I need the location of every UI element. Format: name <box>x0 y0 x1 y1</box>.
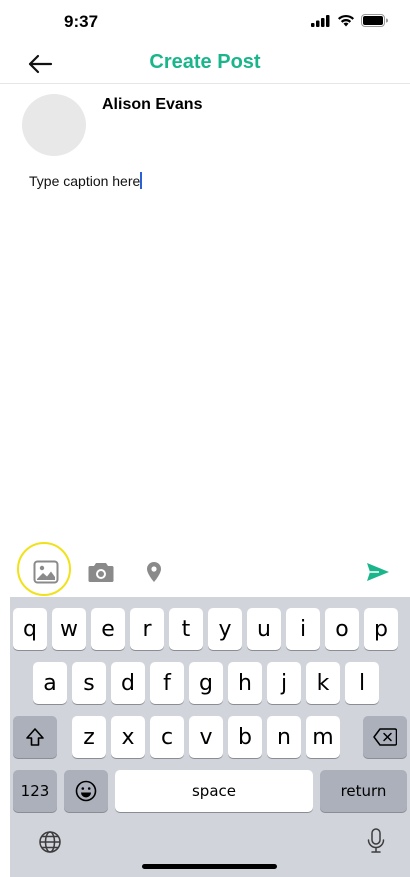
key-j[interactable]: j <box>267 662 301 704</box>
battery-icon <box>361 14 388 27</box>
key-v[interactable]: v <box>189 716 223 758</box>
camera-icon <box>88 563 114 582</box>
location-button[interactable] <box>140 558 168 586</box>
key-e[interactable]: e <box>91 608 125 650</box>
page-title: Create Post <box>149 51 261 73</box>
status-time: 9:37 <box>64 12 99 31</box>
header: Create Post <box>0 44 410 84</box>
key-n[interactable]: n <box>267 716 301 758</box>
key-h[interactable]: h <box>228 662 262 704</box>
send-icon <box>367 563 389 581</box>
image-icon <box>33 560 59 584</box>
key-a[interactable]: a <box>33 662 67 704</box>
key-w[interactable]: w <box>52 608 86 650</box>
key-c[interactable]: c <box>150 716 184 758</box>
text-cursor <box>140 172 143 189</box>
keyboard: q w e r t y u i o p a s d f g h j k l z … <box>10 597 410 877</box>
globe-icon <box>39 831 61 853</box>
emoji-key[interactable] <box>64 770 108 812</box>
author-row: Alison Evans <box>22 94 388 156</box>
status-icons <box>311 14 388 27</box>
key-x[interactable]: x <box>111 716 145 758</box>
send-button[interactable] <box>364 558 392 586</box>
caption-input[interactable]: Type caption here <box>29 171 379 191</box>
numbers-key[interactable]: 123 <box>13 770 57 812</box>
location-pin-icon <box>147 562 161 582</box>
add-image-button[interactable] <box>32 558 60 586</box>
shift-key[interactable] <box>13 716 57 758</box>
wifi-icon <box>338 14 354 27</box>
key-r[interactable]: r <box>130 608 164 650</box>
key-o[interactable]: o <box>325 608 359 650</box>
globe-button[interactable] <box>36 828 64 856</box>
emoji-icon <box>75 780 97 802</box>
key-g[interactable]: g <box>189 662 223 704</box>
microphone-icon <box>367 828 385 853</box>
dictation-button[interactable] <box>364 826 388 856</box>
status-bar: 9:37 <box>0 0 410 44</box>
camera-button[interactable] <box>87 558 115 586</box>
key-y[interactable]: y <box>208 608 242 650</box>
key-l[interactable]: l <box>345 662 379 704</box>
key-m[interactable]: m <box>306 716 340 758</box>
signal-icon <box>311 14 330 27</box>
key-q[interactable]: q <box>13 608 47 650</box>
backspace-icon <box>373 728 397 746</box>
home-indicator <box>142 864 277 869</box>
key-p[interactable]: p <box>364 608 398 650</box>
avatar <box>22 94 86 156</box>
key-z[interactable]: z <box>72 716 106 758</box>
key-t[interactable]: t <box>169 608 203 650</box>
return-key[interactable]: return <box>320 770 407 812</box>
key-f[interactable]: f <box>150 662 184 704</box>
key-k[interactable]: k <box>306 662 340 704</box>
key-s[interactable]: s <box>72 662 106 704</box>
key-d[interactable]: d <box>111 662 145 704</box>
author-name: Alison Evans <box>102 96 203 113</box>
caption-text: Type caption here <box>29 173 141 189</box>
key-i[interactable]: i <box>286 608 320 650</box>
delete-key[interactable] <box>363 716 407 758</box>
space-key[interactable]: space <box>115 770 313 812</box>
key-u[interactable]: u <box>247 608 281 650</box>
composer-toolbar <box>0 548 410 596</box>
key-b[interactable]: b <box>228 716 262 758</box>
shift-icon <box>26 728 44 746</box>
